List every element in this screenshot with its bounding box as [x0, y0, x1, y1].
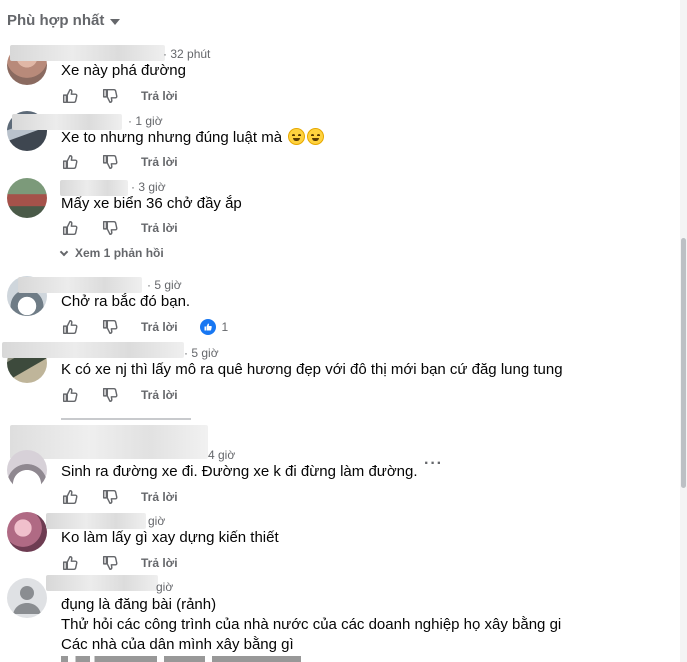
comment-time-value: 32 phút — [170, 47, 211, 61]
comment-text: Ko làm lấy gì xay dựng kiến thiết — [61, 529, 279, 546]
avatar[interactable] — [7, 512, 47, 552]
thumbs-down-icon[interactable] — [101, 554, 119, 572]
avatar[interactable] — [7, 450, 47, 490]
reply-button[interactable]: Trả lời — [141, 388, 178, 402]
thumbs-up-icon[interactable] — [61, 219, 79, 237]
comment-time-value: 1 giờ — [135, 114, 163, 128]
comment-actions: Trả lời — [61, 218, 178, 238]
comment-text: Sinh ra đường xe đi. Đường xe k đi đừng … — [61, 463, 418, 480]
view-replies-label: Xem 1 phản hồi — [75, 246, 164, 260]
comment-time-value: giờ — [148, 514, 166, 528]
comment-time[interactable]: · 3 giờ — [131, 180, 166, 194]
chevron-down-icon — [59, 247, 69, 256]
comment-text: Chở ra bắc đó bạn. — [61, 293, 191, 310]
thumbs-down-icon[interactable] — [101, 153, 119, 171]
like-reaction-icon — [199, 319, 216, 335]
comment-text: Xe to nhưng nhưng đúng luật mà — [61, 128, 325, 148]
comment-text: Mấy xe biển 36 chở đầy ắp — [61, 195, 242, 212]
comment-actions: Trả lời — [61, 385, 178, 405]
comment-text-line-1: đụng là đăng bài (rảnh) — [61, 596, 217, 613]
avatar[interactable] — [7, 178, 47, 218]
thumbs-down-icon[interactable] — [101, 386, 119, 404]
comment-actions: Trả lời — [61, 86, 178, 106]
comment-text: K có xe nj thì lấy mô ra quê hương đẹp v… — [61, 361, 563, 378]
comment-time[interactable]: giờ — [156, 580, 173, 594]
comment-time-value: 4 giờ — [208, 448, 236, 462]
comment-time-value: giờ — [156, 580, 174, 594]
comment-time-value: 3 giờ — [138, 180, 166, 194]
reply-button[interactable]: Trả lời — [141, 320, 178, 334]
comment-time-value: 5 giờ — [191, 346, 219, 360]
thumbs-down-icon[interactable] — [101, 219, 119, 237]
thumbs-down-icon[interactable] — [101, 87, 119, 105]
comment-text-value: Xe to nhưng nhưng đúng luật mà — [61, 129, 283, 146]
reply-button[interactable]: Trả lời — [141, 556, 178, 570]
sort-dropdown[interactable]: Phù hợp nhất — [7, 12, 121, 29]
comment-time[interactable]: · 5 giờ — [184, 346, 219, 360]
thumbs-up-icon[interactable] — [61, 87, 79, 105]
comment-actions: Trả lời — [61, 553, 178, 573]
clipped-text-line — [61, 656, 301, 662]
author-name-redacted[interactable] — [46, 513, 146, 529]
author-name-redacted[interactable] — [18, 277, 142, 293]
default-avatar-icon — [13, 586, 41, 614]
comment-actions: Trả lời — [61, 487, 178, 507]
comment-text-line-3: Các nhà của dân mình xây bằng gì — [61, 636, 294, 653]
comment-time[interactable]: 4 giờ — [208, 448, 235, 462]
reaction-summary[interactable]: 1 — [199, 319, 229, 335]
author-name-redacted[interactable] — [10, 45, 165, 61]
comment-time[interactable]: · 1 giờ — [128, 114, 163, 128]
avatar[interactable] — [7, 578, 47, 618]
more-options-icon[interactable]: ··· — [424, 455, 443, 473]
grinning-emoji-icon — [307, 128, 325, 145]
reply-button[interactable]: Trả lời — [141, 155, 178, 169]
reply-button[interactable]: Trả lời — [141, 490, 178, 504]
comment-time[interactable]: giờ — [148, 514, 165, 528]
hidden-view-replies — [61, 414, 191, 424]
grinning-emoji-icon — [288, 128, 306, 145]
reply-button[interactable]: Trả lời — [141, 89, 178, 103]
comment-actions: Trả lời — [61, 152, 178, 172]
comment-text-line-2: Thử hỏi các công trình của nhà nước của … — [61, 616, 562, 633]
comment-time[interactable]: · 32 phút — [163, 47, 210, 61]
thumbs-down-icon[interactable] — [101, 488, 119, 506]
thumbs-up-icon[interactable] — [61, 554, 79, 572]
thumbs-up-icon[interactable] — [61, 318, 79, 336]
thumbs-down-icon[interactable] — [101, 318, 119, 336]
thumbs-up-icon[interactable] — [61, 153, 79, 171]
comment-text: Xe này phá đường — [61, 62, 186, 79]
reply-button[interactable]: Trả lời — [141, 221, 178, 235]
scrollbar-thumb[interactable] — [681, 238, 686, 488]
scrollbar[interactable] — [680, 0, 687, 662]
comment-time-value: 5 giờ — [154, 278, 182, 292]
sort-label: Phù hợp nhất — [7, 12, 105, 29]
thumbs-up-icon[interactable] — [61, 386, 79, 404]
chevron-down-icon — [110, 18, 121, 25]
comment-time[interactable]: · 5 giờ — [147, 278, 182, 292]
comment-actions: Trả lời 1 — [61, 317, 228, 337]
reaction-count: 1 — [221, 320, 229, 334]
author-name-redacted[interactable] — [46, 575, 158, 591]
author-name-redacted[interactable] — [2, 342, 184, 358]
thumbs-up-icon[interactable] — [61, 488, 79, 506]
view-replies-button[interactable]: Xem 1 phản hồi — [59, 246, 164, 260]
